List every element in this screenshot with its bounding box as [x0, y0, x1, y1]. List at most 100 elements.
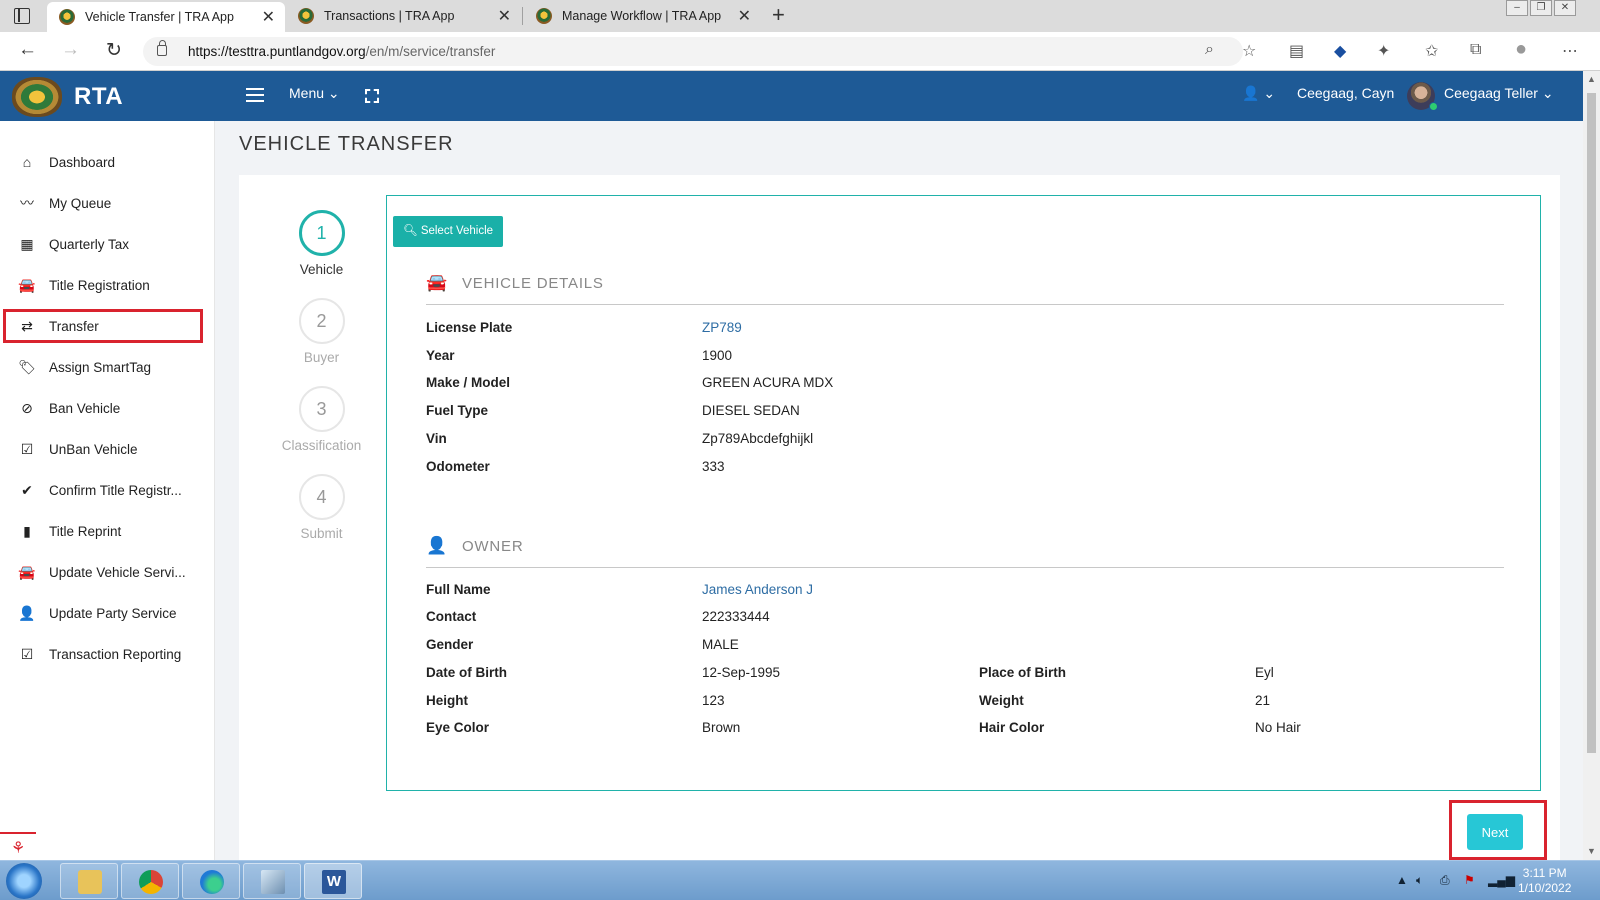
back-arrow-icon[interactable]: ←: [18, 39, 37, 61]
home-icon: ⌂: [22, 154, 32, 170]
field-value: Eyl: [1255, 665, 1274, 680]
laravel-debugbar-icon[interactable]: ⚘: [0, 832, 36, 860]
step-buyer[interactable]: 2 Buyer: [270, 298, 373, 365]
browser-tab-vehicle-transfer[interactable]: Vehicle Transfer | TRA App ✕: [47, 2, 285, 32]
sidebar-item-dashboard[interactable]: ⌂ Dashboard: [0, 145, 215, 179]
sidebar-item-transfer[interactable]: ⇄ Transfer: [3, 309, 203, 343]
minimize-window-icon[interactable]: –: [1506, 0, 1528, 16]
browser-tab-transactions[interactable]: Transactions | TRA App ✕: [286, 0, 521, 32]
chevron-down-icon: ⌄: [1263, 85, 1276, 101]
sidebar-item-label: Assign SmartTag: [49, 359, 152, 375]
sidebar-item-label: Transaction Reporting: [49, 646, 182, 662]
url-text[interactable]: https://testtra.puntlandgov.org/en/m/ser…: [188, 44, 495, 59]
refresh-icon[interactable]: ↻: [106, 39, 122, 62]
step-label: Buyer: [303, 350, 340, 365]
sidebar-item-confirm-title-registration[interactable]: ✔ Confirm Title Registr...: [0, 473, 215, 507]
chevron-down-icon: ⌄: [327, 85, 340, 101]
scrollbar-thumb[interactable]: [1587, 93, 1596, 753]
step-classification[interactable]: 3 Classification: [270, 386, 373, 453]
field-label: Year: [426, 348, 455, 363]
sidebar-item-update-vehicle-service[interactable]: 🚘 Update Vehicle Servi...: [0, 555, 215, 589]
fullscreen-icon[interactable]: [365, 89, 379, 103]
collections-icon[interactable]: ⧉: [1470, 41, 1481, 59]
sidebar-item-title-reprint[interactable]: ▮ Title Reprint: [0, 514, 215, 548]
system-clock[interactable]: 3:11 PM 1/10/2022: [1518, 866, 1571, 896]
scroll-up-icon[interactable]: ▲: [1587, 74, 1596, 84]
extension-shield-icon[interactable]: ◆: [1334, 41, 1346, 61]
taskbar-chrome[interactable]: [121, 863, 179, 899]
sidebar-item-title-registration[interactable]: 🚘 Title Registration: [0, 268, 215, 302]
hamburger-icon[interactable]: [246, 88, 264, 102]
favorites-icon[interactable]: ✩: [1425, 41, 1438, 61]
volume-icon[interactable]: 🔈︎: [1416, 873, 1423, 888]
field-value: 333: [702, 459, 725, 474]
show-hidden-icons-icon[interactable]: ▲: [1396, 873, 1408, 887]
vertical-scrollbar[interactable]: ▲ ▼: [1583, 71, 1600, 860]
close-tab-icon[interactable]: ✕: [498, 6, 511, 26]
browser-tab-manage-workflow[interactable]: Manage Workflow | TRA App ✕: [524, 0, 761, 32]
user-short-name: Ceegaag, Cayn: [1297, 85, 1395, 101]
sidebar-item-label: Confirm Title Registr...: [49, 482, 182, 498]
vehicle-row-license-plate: License Plate ZP789: [426, 320, 1504, 340]
field-value: 1900: [702, 348, 733, 363]
close-window-icon[interactable]: ✕: [1554, 0, 1576, 16]
field-label: Height: [426, 693, 468, 708]
folder-icon: [78, 870, 102, 894]
network-error-icon[interactable]: ⚑: [1464, 873, 1475, 887]
car-icon: 🚘: [18, 276, 36, 293]
extensions-icon[interactable]: ✦: [1377, 41, 1390, 61]
forward-arrow-icon[interactable]: →: [61, 39, 80, 61]
step-vehicle[interactable]: 1 Vehicle: [270, 210, 373, 277]
sidebar-item-unban-vehicle[interactable]: ☑ UnBan Vehicle: [0, 432, 215, 466]
car-icon: 🚘: [18, 563, 36, 580]
field-value: 123: [702, 693, 725, 708]
close-tab-icon[interactable]: ✕: [738, 6, 751, 26]
start-button[interactable]: [6, 863, 42, 899]
profile-icon[interactable]: ●: [1515, 38, 1527, 61]
search-icon: 🔍︎: [403, 225, 418, 237]
step-submit[interactable]: 4 Submit: [270, 474, 373, 541]
taskbar-word[interactable]: W: [304, 863, 362, 899]
scroll-down-icon[interactable]: ▼: [1587, 846, 1596, 856]
new-tab-icon[interactable]: +: [772, 2, 785, 28]
taskbar-file-explorer[interactable]: [60, 863, 118, 899]
tab-actions-icon[interactable]: [14, 8, 30, 24]
device-icon[interactable]: ⎙: [1440, 873, 1450, 888]
address-bar[interactable]: https://testtra.puntlandgov.org/en/m/ser…: [143, 37, 1243, 66]
restore-window-icon[interactable]: ❐: [1530, 0, 1552, 16]
user-role-dropdown[interactable]: Ceegaag Teller ⌄: [1444, 85, 1554, 102]
field-label: Weight: [979, 693, 1024, 708]
sidebar-item-transaction-reporting[interactable]: ☑ Transaction Reporting: [0, 637, 215, 671]
user-icon: 👤: [18, 604, 36, 621]
reading-list-icon[interactable]: ▤: [1289, 41, 1304, 61]
zoom-icon[interactable]: ⌕: [1205, 41, 1214, 59]
sidebar-item-assign-smarttag[interactable]: 🏷 Assign SmartTag: [0, 350, 215, 384]
user-menu[interactable]: 👤 ⌄: [1242, 85, 1275, 102]
field-value: 222333444: [702, 609, 770, 624]
field-label: Vin: [426, 431, 447, 446]
online-status-badge: [1429, 102, 1438, 111]
select-vehicle-button[interactable]: 🔍︎ Select Vehicle: [393, 216, 504, 247]
vehicle-row-fuel-type: Fuel Type DIESEL SEDAN: [426, 403, 1504, 423]
menu-dropdown[interactable]: Menu ⌄: [289, 85, 340, 102]
sidebar-item-update-party-service[interactable]: 👤 Update Party Service: [0, 596, 215, 630]
add-favorite-icon[interactable]: ☆: [1242, 41, 1256, 61]
license-plate-link[interactable]: ZP789: [702, 320, 742, 335]
vehicle-details-heading: 🚘 VEHICLE DETAILS: [426, 273, 604, 293]
taskbar-edge[interactable]: [182, 863, 240, 899]
owner-name-link[interactable]: James Anderson J: [702, 582, 813, 597]
sidebar-item-ban-vehicle[interactable]: ⊘ Ban Vehicle: [0, 391, 215, 425]
app-window-icon: [261, 870, 285, 894]
close-tab-icon[interactable]: ✕: [262, 7, 275, 27]
sidebar-item-label: Update Vehicle Servi...: [49, 564, 186, 580]
lock-icon[interactable]: [157, 40, 167, 56]
site-favicon-icon: [298, 8, 314, 24]
owner-heading: 👤 OWNER: [426, 536, 523, 556]
more-options-icon[interactable]: ⋯: [1562, 41, 1578, 61]
sidebar-item-quarterly-tax[interactable]: ▦ Quarterly Tax: [0, 227, 215, 261]
taskbar-app[interactable]: [243, 863, 301, 899]
next-button[interactable]: Next: [1467, 814, 1523, 850]
sidebar-item-label: Dashboard: [49, 154, 116, 170]
sidebar-item-my-queue[interactable]: 〰 My Queue: [0, 186, 215, 220]
signal-icon[interactable]: ▂▄▆: [1488, 873, 1515, 887]
